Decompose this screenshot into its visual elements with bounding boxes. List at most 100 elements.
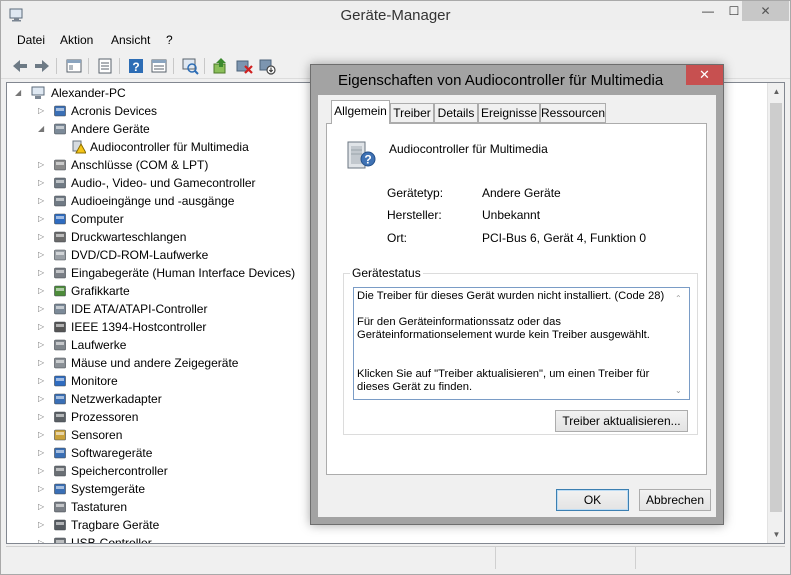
dialog-close-button[interactable]: ✕ [686,65,723,85]
ide-icon [54,303,66,315]
expand-arrow-icon[interactable]: ▷ [38,462,48,480]
properties-dialog: Eigenschaften von Audiocontroller für Mu… [310,64,724,525]
menu-aktion[interactable]: Aktion [60,33,93,47]
expand-arrow-icon[interactable]: ▷ [38,282,48,300]
uninstall-icon[interactable] [235,57,253,75]
help-icon[interactable]: ? [127,57,145,75]
forward-icon[interactable] [33,57,51,75]
menu-help[interactable]: ? [166,33,173,47]
dialog-body: Allgemein Treiber Details Ereignisse Res… [318,95,716,517]
tree-item-label: DVD/CD-ROM-Laufwerke [71,248,209,262]
window-title: Geräte-Manager [340,7,451,24]
speaker-icon [54,195,66,207]
update-driver-icon[interactable] [212,57,230,75]
device-type-label: Gerätetyp: [387,186,444,200]
expand-arrow-icon[interactable]: ▷ [38,246,48,264]
expand-arrow-icon[interactable]: ▷ [38,372,48,390]
expand-arrow-icon[interactable]: ▷ [38,174,48,192]
expand-arrow-icon[interactable]: ▷ [38,516,48,534]
device-type-value: Andere Geräte [482,186,561,200]
mouse-icon [54,357,66,369]
monitor-icon [54,213,66,225]
computer-icon [31,86,45,99]
show-hide-tree-icon[interactable] [65,57,83,75]
tab-ressourcen[interactable]: Ressourcen [540,103,606,123]
expand-arrow-icon[interactable]: ▷ [38,300,48,318]
location-label: Ort: [387,231,407,245]
disable-icon[interactable] [258,57,276,75]
tree-item-label: Druckwarteschlangen [71,230,187,244]
usb-icon [54,537,66,543]
toolbar-separator [173,58,174,74]
tree-item-label: IDE ATA/ATAPI-Controller [71,302,208,316]
title-bar: Geräte-Manager — ☐ ✕ [1,1,790,30]
scroll-down-arrow-icon[interactable]: ⌄ [675,384,682,397]
collapse-arrow-icon[interactable]: ◢ [38,120,48,138]
tree-item-label: Mäuse und andere Zeigegeräte [71,356,239,370]
expand-arrow-icon[interactable]: ▷ [38,390,48,408]
tree-item-label: Softwaregeräte [71,446,153,460]
tab-ereignisse[interactable]: Ereignisse [478,103,540,123]
manufacturer-label: Hersteller: [387,208,442,222]
properties-icon[interactable] [96,57,114,75]
device-name: Audiocontroller für Multimedia [389,142,548,156]
expand-arrow-icon[interactable]: ▷ [38,426,48,444]
expand-arrow-icon[interactable]: ▷ [38,480,48,498]
status-line: Für den Geräteinformationssatz oder das … [357,316,650,341]
expand-arrow-icon[interactable]: ▷ [38,534,48,543]
tab-treiber[interactable]: Treiber [390,103,434,123]
close-button[interactable]: ✕ [742,1,789,21]
update-driver-button[interactable]: Treiber aktualisieren... [555,410,688,432]
status-line: Klicken Sie auf "Treiber aktualisieren",… [357,368,650,393]
view-icon[interactable] [150,57,168,75]
expand-arrow-icon[interactable]: ▷ [38,156,48,174]
device-status-textbox[interactable]: Die Treiber für dieses Gerät wurden nich… [353,287,690,400]
expand-arrow-icon[interactable]: ▷ [38,444,48,462]
tree-item-label: Audio-, Video- und Gamecontroller [71,176,256,190]
device-status-legend: Gerätestatus [350,266,423,280]
status-line: Die Treiber für dieses Gerät wurden nich… [357,290,665,302]
port-icon [54,159,66,171]
ok-button[interactable]: OK [556,489,629,511]
expand-arrow-icon[interactable]: ▷ [38,498,48,516]
scroll-up-arrow-icon[interactable]: ▲ [768,83,784,100]
scroll-down-arrow-icon[interactable]: ▼ [768,526,784,543]
tab-details[interactable]: Details [434,103,478,123]
drive-icon [54,339,66,351]
status-scrollbar[interactable]: ⌃ ⌄ [672,288,689,399]
system-device-icon [54,483,66,495]
location-value: PCI-Bus 6, Gerät 4, Funktion 0 [482,231,647,245]
tree-item-label: USB-Controller [71,536,152,544]
tree-item-label: Audiocontroller für Multimedia [90,140,249,154]
software-device-icon [54,447,66,459]
tree-item-label: IEEE 1394-Hostcontroller [71,320,207,334]
cancel-button[interactable]: Abbrechen [639,489,711,511]
tree-item-label: Monitore [71,374,118,388]
tree-item-label: Laufwerke [71,338,127,352]
tree-root-label: Alexander-PC [51,86,126,100]
collapse-arrow-icon[interactable]: ◢ [15,84,25,102]
menu-datei[interactable]: Datei [17,33,45,47]
tab-allgemein[interactable]: Allgemein [331,100,390,124]
minimize-button[interactable]: — [695,1,721,21]
scroll-up-arrow-icon[interactable]: ⌃ [675,292,682,305]
speaker-icon [54,177,66,189]
keyboard-icon [54,501,66,513]
expand-arrow-icon[interactable]: ▷ [38,228,48,246]
expand-arrow-icon[interactable]: ▷ [38,408,48,426]
expand-arrow-icon[interactable]: ▷ [38,318,48,336]
printer-icon [54,231,66,243]
expand-arrow-icon[interactable]: ▷ [38,264,48,282]
expand-arrow-icon[interactable]: ▷ [38,354,48,372]
expand-arrow-icon[interactable]: ▷ [38,192,48,210]
sensor-icon [54,429,66,441]
menu-ansicht[interactable]: Ansicht [111,33,150,47]
back-icon[interactable] [11,57,29,75]
expand-arrow-icon[interactable]: ▷ [38,336,48,354]
scroll-thumb[interactable] [770,103,782,512]
status-bar [6,546,785,570]
expand-arrow-icon[interactable]: ▷ [38,210,48,228]
scan-hardware-icon[interactable] [181,57,199,75]
expand-arrow-icon[interactable]: ▷ [38,102,48,120]
tree-scrollbar[interactable]: ▲ ▼ [767,83,784,543]
